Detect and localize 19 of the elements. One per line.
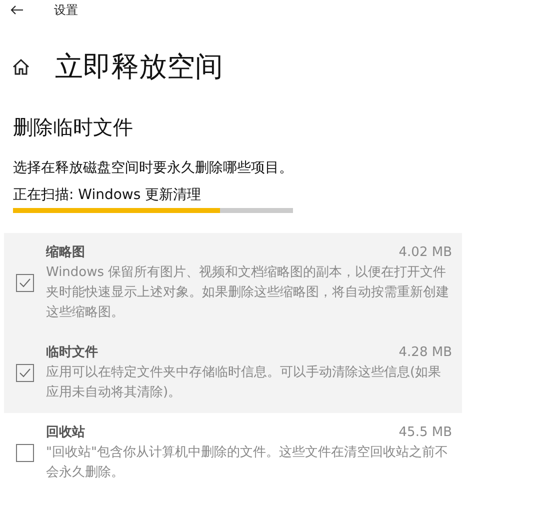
home-button[interactable]	[10, 56, 32, 78]
item-description: 应用可以在特定文件夹中存储临时信息。可以手动清除这些信息(如果应用未自动将其清除)。	[46, 364, 442, 402]
section-title: 删除临时文件	[13, 114, 134, 141]
item-name: 缩略图	[46, 244, 85, 262]
back-arrow-icon	[10, 5, 24, 15]
home-icon	[12, 58, 30, 76]
item-name: 临时文件	[46, 344, 98, 362]
item-description: Windows 保留所有图片、视频和文档缩略图的副本，以便在打开文件夹时能快速显示上述对象。如果删除这些缩略图，将自动按需重新创建这些缩略图。	[46, 264, 450, 322]
item-size: 45.5 MB	[398, 424, 452, 442]
check-icon	[19, 278, 31, 288]
item-size: 4.28 MB	[398, 344, 452, 362]
item-name: 回收站	[46, 424, 85, 442]
item-description: "回收站"包含你从计算机中删除的文件。这些文件在清空回收站之前不会永久删除。	[46, 444, 449, 482]
page-title: 立即释放空间	[55, 49, 223, 85]
item-size: 4.02 MB	[398, 244, 452, 262]
check-icon	[19, 368, 31, 378]
window-title: 设置	[54, 2, 78, 18]
section-description: 选择在释放磁盘空间时要永久删除哪些项目。	[13, 159, 294, 178]
scan-status: 正在扫描: Windows 更新清理	[13, 186, 202, 205]
